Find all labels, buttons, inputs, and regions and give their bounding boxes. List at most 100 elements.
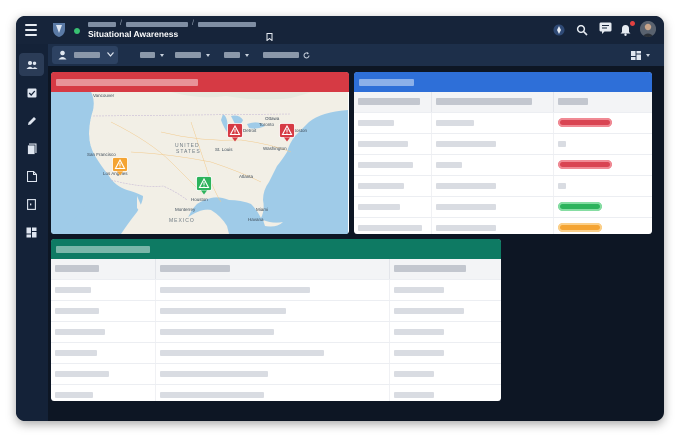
table-header-row — [51, 259, 501, 280]
refresh-control[interactable] — [263, 48, 310, 62]
column-header[interactable] — [155, 259, 390, 280]
map-label: Detroit — [243, 128, 257, 133]
chevron-down-icon — [206, 53, 210, 57]
status-panel-header — [354, 72, 652, 92]
map-label: Washington — [263, 146, 287, 151]
map-label: Ottawa — [265, 116, 280, 121]
breadcrumb-separator: / — [191, 20, 194, 27]
menu-icon[interactable] — [25, 24, 37, 36]
breadcrumb-item[interactable] — [88, 21, 116, 27]
map-land — [51, 92, 348, 234]
sidebar-item-dashboard[interactable] — [19, 221, 44, 244]
pencil-icon — [27, 116, 36, 125]
table-row[interactable] — [51, 363, 501, 385]
bell-icon[interactable] — [620, 23, 631, 41]
map-label: Houston — [191, 197, 208, 202]
table-row[interactable] — [354, 112, 652, 134]
sidebar — [16, 44, 48, 421]
map-label: Miami — [256, 207, 268, 212]
map-panel-header — [51, 72, 349, 92]
app-logo-icon[interactable] — [52, 22, 66, 43]
report-icon — [26, 171, 37, 182]
data-table — [51, 259, 501, 401]
map-label: Toronto — [259, 122, 275, 127]
door-icon — [27, 199, 36, 210]
data-table-panel-header — [51, 239, 501, 259]
top-bar: / / Situational Awareness — [16, 16, 664, 44]
user-icon — [58, 50, 67, 60]
breadcrumb-item[interactable] — [197, 21, 256, 27]
sidebar-item-documents[interactable] — [19, 137, 44, 160]
search-icon[interactable] — [576, 23, 588, 41]
map-label: STATES — [176, 149, 201, 155]
table-row[interactable] — [51, 279, 501, 301]
chevron-down-icon — [107, 52, 114, 57]
column-header[interactable] — [553, 92, 652, 113]
table-row[interactable] — [354, 133, 652, 155]
filter-dropdown-3[interactable] — [224, 48, 249, 62]
map-label: Monterrey — [175, 207, 196, 212]
data-table-panel-title — [56, 246, 150, 253]
sidebar-item-exit[interactable] — [19, 193, 44, 216]
chevron-down-icon — [646, 53, 650, 57]
chevron-down-icon — [160, 53, 164, 57]
data-table-panel — [51, 239, 501, 401]
sidebar-item-edit[interactable] — [19, 109, 44, 132]
column-header[interactable] — [51, 259, 156, 280]
map-label: St. Louis — [215, 147, 233, 152]
status-badge — [557, 223, 602, 233]
layout-dropdown[interactable] — [631, 48, 650, 62]
chevron-down-icon — [245, 53, 249, 57]
table-row[interactable] — [51, 384, 501, 401]
map-panel-title — [56, 79, 198, 86]
table-row[interactable] — [354, 217, 652, 234]
sidebar-item-reports[interactable] — [19, 165, 44, 188]
breadcrumb-item[interactable] — [125, 21, 188, 27]
refresh-icon — [303, 51, 310, 58]
avatar[interactable] — [640, 21, 656, 37]
layout-icon — [631, 50, 641, 60]
filter-dropdown-1[interactable] — [140, 48, 164, 62]
sidebar-item-users[interactable] — [19, 53, 44, 76]
users-icon — [26, 60, 37, 69]
filter-dropdown-2[interactable] — [175, 48, 210, 62]
table-row[interactable] — [51, 300, 501, 322]
map-label: Boston — [293, 128, 308, 133]
status-badge — [557, 160, 612, 170]
table-row[interactable] — [51, 321, 501, 343]
table-row[interactable] — [51, 342, 501, 364]
situation-map[interactable]: Vancouver Ottawa Toronto Detroit Boston … — [51, 92, 348, 234]
warning-icon — [112, 157, 128, 176]
map-label: MEXICO — [169, 218, 195, 224]
warning-icon — [279, 123, 295, 142]
app-window: / / Situational Awareness Vancouver Otta… — [16, 16, 664, 421]
status-panel — [354, 72, 652, 234]
table-row[interactable] — [354, 175, 652, 197]
map-panel: Vancouver Ottawa Toronto Detroit Boston … — [51, 72, 349, 234]
message-icon[interactable] — [599, 22, 613, 40]
table-row[interactable] — [354, 196, 652, 218]
table-header-row — [354, 92, 652, 113]
user-dropdown-value — [74, 52, 100, 58]
status-badge — [557, 202, 602, 212]
warning-icon — [196, 176, 212, 195]
filter-toolbar — [48, 44, 664, 66]
warning-icon — [227, 123, 243, 142]
column-header[interactable] — [354, 92, 432, 113]
column-header[interactable] — [389, 259, 501, 280]
map-label: Vancouver — [93, 93, 115, 98]
map-label: Atlanta — [239, 174, 254, 179]
breadcrumb-separator: / — [120, 20, 122, 27]
status-badge — [557, 118, 612, 128]
user-dropdown[interactable] — [52, 46, 118, 64]
checkbox-icon — [27, 88, 36, 97]
compass-icon[interactable] — [553, 23, 565, 41]
page-title: Situational Awareness — [88, 29, 179, 39]
sidebar-item-tasks[interactable] — [19, 81, 44, 104]
column-header[interactable] — [431, 92, 554, 113]
documents-icon — [26, 143, 36, 155]
table-row[interactable] — [354, 154, 652, 176]
map-label: Havana — [248, 217, 264, 222]
dashboard-icon — [26, 227, 37, 238]
status-indicator — [74, 28, 80, 34]
